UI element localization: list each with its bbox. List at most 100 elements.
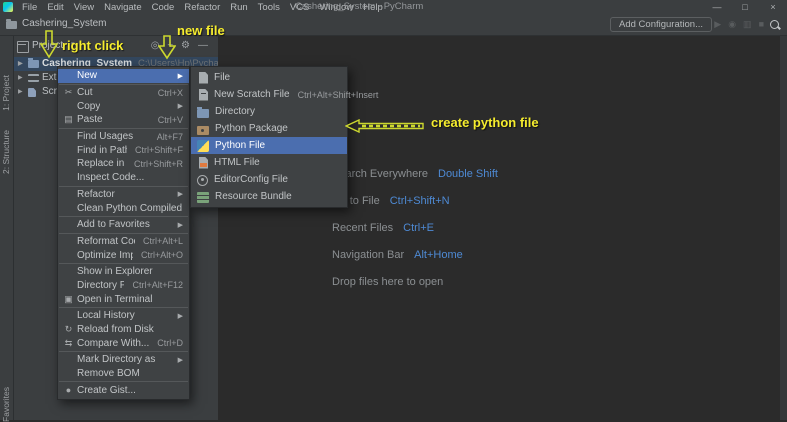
menu-item-refactor[interactable]: Refactor ▶ (58, 188, 189, 202)
menu-item-mark-directory-as[interactable]: Mark Directory as ▶ (58, 353, 189, 367)
menu-item-inspect-code-[interactable]: Inspect Code... (58, 171, 189, 185)
menu-item-find-in-path-[interactable]: Find in Path... Ctrl+Shift+F (58, 143, 189, 157)
search-icon[interactable] (770, 20, 779, 29)
submenu-item-label: Directory (215, 106, 256, 117)
menu-view[interactable]: View (69, 2, 99, 13)
toolwindow-button-favorites[interactable]: Favorites (1, 387, 11, 422)
menu-item-copy[interactable]: Copy ▶ (58, 99, 189, 113)
menu-item-compare-with-[interactable]: ⇆ Compare With... Ctrl+D (58, 336, 189, 350)
menu-item-directory-path[interactable]: Directory Path Ctrl+Alt+F12 (58, 279, 189, 293)
shortcut-hint-navigation-bar: Navigation Bar Alt+Home (332, 249, 498, 262)
menu-item-shortcut: Ctrl+Alt+O (140, 250, 183, 261)
toolwindow-button-2-structure[interactable]: 2: Structure (1, 130, 11, 174)
html-file-icon (199, 156, 208, 169)
expand-arrow-icon[interactable]: ▶ (18, 85, 23, 99)
folder-icon (28, 58, 39, 68)
expand-arrow-icon[interactable]: ▶ (18, 57, 23, 71)
menu-item-shortcut: Ctrl+Alt+F12 (132, 280, 183, 291)
submenu-item-label: Resource Bundle (215, 191, 292, 202)
submenu-item-label: Python File (215, 140, 266, 151)
scratch-file-icon (199, 88, 208, 101)
hide-icon[interactable]: — (198, 40, 208, 51)
submenu-item-directory[interactable]: Directory (191, 103, 347, 120)
menu-edit[interactable]: Edit (42, 2, 68, 13)
editor-shortcut-hints: Search Everywhere Double Shift Go to File C… (332, 168, 498, 288)
annotation-right-click: right click (62, 38, 124, 53)
menu-item-open-in-terminal[interactable]: ▣ Open in Terminal (58, 292, 189, 306)
close-button[interactable]: × (759, 0, 787, 14)
toolwindow-button-1-project[interactable]: 1: Project (1, 75, 11, 111)
submenu-item-python-package[interactable]: Python Package (191, 120, 347, 137)
menu-item-shortcut: Ctrl+Shift+F (134, 145, 183, 156)
menu-item-new[interactable]: New ▶ (58, 69, 189, 83)
menu-code[interactable]: Code (147, 2, 180, 13)
submenu-item-label: Python Package (215, 123, 288, 134)
menu-separator (59, 83, 188, 85)
add-configuration-button[interactable]: Add Configuration... (610, 17, 712, 32)
submenu-item-python-file[interactable]: Python File (191, 137, 347, 154)
menu-separator (59, 262, 188, 264)
expand-arrow-icon[interactable]: ▶ (18, 71, 23, 85)
maximize-button[interactable]: □ (731, 0, 759, 14)
menu-item-paste[interactable]: ▤ Paste Ctrl+V (58, 113, 189, 127)
run-icon[interactable]: ▶ (714, 19, 721, 30)
menu-item-label: Copy (77, 100, 101, 112)
menu-item-add-to-favorites[interactable]: Add to Favorites ▶ (58, 218, 189, 232)
menu-item-cut[interactable]: ✂ Cut Ctrl+X (58, 86, 189, 100)
menu-item-local-history[interactable]: Local History ▶ (58, 309, 189, 323)
submenu-item-resource-bundle[interactable]: Resource Bundle (191, 188, 347, 205)
menu-item-optimize-imports[interactable]: Optimize Imports Ctrl+Alt+O (58, 248, 189, 262)
submenu-item-label: HTML File (214, 157, 260, 168)
menu-file[interactable]: File (17, 2, 42, 13)
submenu-item-html-file[interactable]: HTML File (191, 154, 347, 171)
menu-separator (59, 232, 188, 234)
submenu-arrow-icon: ▶ (177, 356, 183, 364)
submenu-item-editorconfig-file[interactable]: EditorConfig File (191, 171, 347, 188)
menu-item-label: New (77, 70, 98, 82)
menu-item-create-gist-[interactable]: ● Create Gist... (58, 383, 189, 397)
menu-navigate[interactable]: Navigate (99, 2, 147, 13)
hint-label: Navigation Bar (332, 249, 405, 261)
settings-icon[interactable]: ⚙ (181, 40, 190, 51)
libraries-icon (28, 74, 39, 82)
menu-refactor[interactable]: Refactor (179, 2, 225, 13)
debug-icon[interactable]: ◉ (728, 19, 736, 30)
menu-item-show-in-explorer[interactable]: Show in Explorer (58, 265, 189, 279)
menu-separator (59, 185, 188, 187)
menu-item-remove-bom[interactable]: Remove BOM (58, 367, 189, 381)
submenu-item-label: New Scratch File (214, 89, 290, 100)
cut-icon: ✂ (64, 87, 73, 98)
menu-item-label: Create Gist... (77, 384, 136, 396)
stop-icon[interactable]: ■ (759, 19, 764, 30)
menu-item-clean-python-compiled-files[interactable]: Clean Python Compiled Files (58, 201, 189, 215)
pycharm-logo-icon (3, 2, 13, 12)
compare-icon: ⇆ (64, 337, 73, 348)
project-tab-icon (17, 41, 29, 53)
menu-item-label: Cut (77, 87, 93, 99)
menu-separator (59, 127, 188, 129)
hint-shortcut: Ctrl+Shift+N (389, 195, 450, 207)
menu-item-label: Refactor (77, 188, 115, 200)
shortcut-hint-recent-files: Recent Files Ctrl+E (332, 222, 498, 235)
annotation-new-file: new file (177, 23, 225, 38)
menu-item-label: Paste (77, 114, 103, 126)
minimize-button[interactable]: — (703, 0, 731, 14)
shortcut-hint-search-everywhere: Search Everywhere Double Shift (332, 168, 498, 181)
menu-run[interactable]: Run (225, 2, 252, 13)
hint-label: Recent Files (332, 222, 394, 234)
shortcut-hint-go-to-file: Go to File Ctrl+Shift+N (332, 195, 498, 208)
menu-item-replace-in-path-[interactable]: Replace in Path... Ctrl+Shift+R (58, 157, 189, 171)
navigation-breadcrumb[interactable]: Cashering_System (22, 18, 106, 29)
title-bar: File Edit View Navigate Code Refactor Run Tools… (0, 0, 787, 14)
submenu-arrow-icon: ▶ (177, 191, 183, 199)
annotation-down-arrow-1 (40, 30, 58, 59)
submenu-item-file[interactable]: File (191, 69, 347, 86)
submenu-item-new-scratch-file[interactable]: New Scratch File Ctrl+Alt+Shift+Insert (191, 86, 378, 103)
menu-item-reformat-code[interactable]: Reformat Code Ctrl+Alt+L (58, 235, 189, 249)
menu-item-label: Directory Path (77, 279, 125, 291)
submenu-item-label: File (214, 72, 231, 83)
menu-tools[interactable]: Tools (253, 2, 285, 13)
menu-item-find-usages[interactable]: Find Usages Alt+F7 (58, 130, 189, 144)
menu-item-reload-from-disk[interactable]: ↻ Reload from Disk (58, 323, 189, 337)
coverage-icon[interactable]: ▥ (743, 19, 752, 30)
